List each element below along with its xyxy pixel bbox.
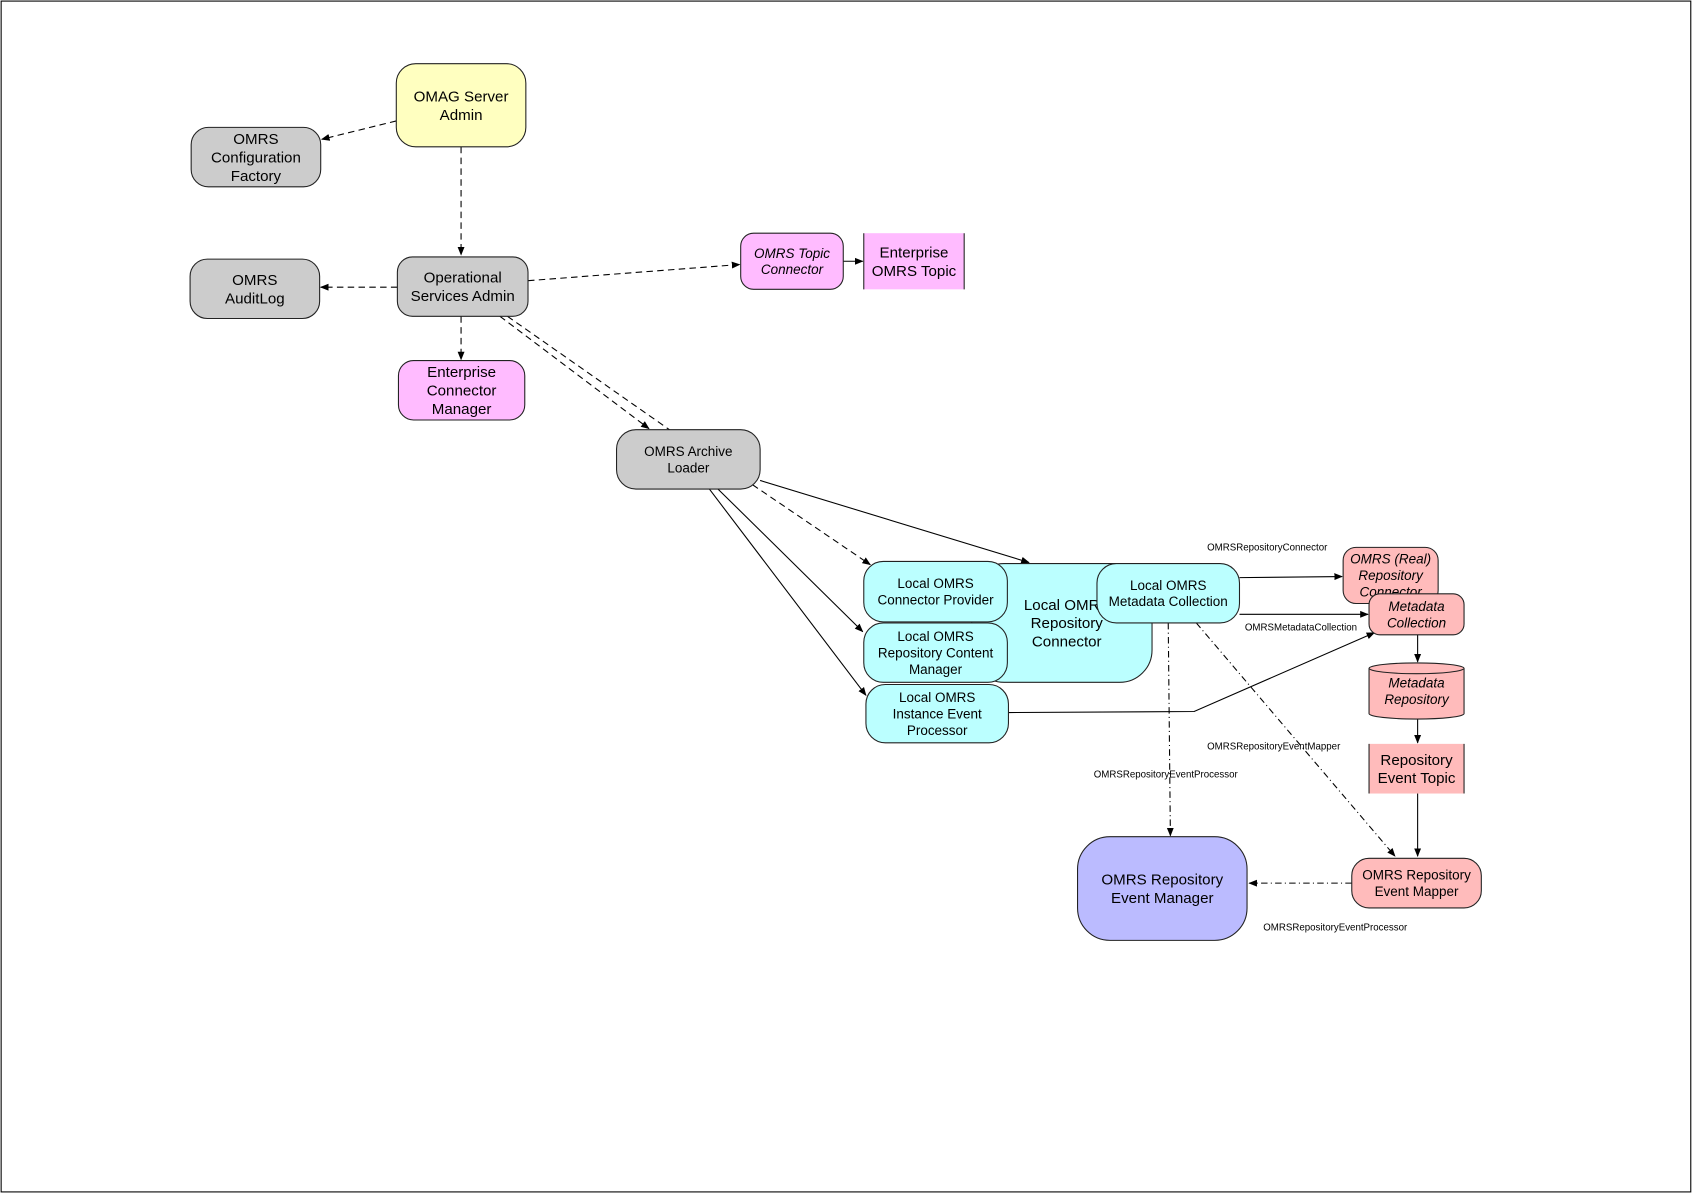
local-omrs-metadata-collection-node[interactable]: Local OMRSMetadata Collection [1096,563,1241,624]
edge-label: OMRSRepositoryEventProcessor [1094,769,1239,780]
local-omrs-connector-provider-node[interactable]: Local OMRS Connector Provider [863,560,1008,623]
node-label: Repository [1358,568,1424,583]
node-label: Event Manager [1111,890,1213,907]
node-label: OMRS Archive [644,444,732,459]
node-label: OMRS Repository [1362,868,1471,883]
node-label: Manager [909,662,963,677]
node-label: Configuration [211,149,301,166]
node-label: Connector [761,262,824,277]
omrs-repository-event-manager-node[interactable]: OMRS RepositoryEvent Manager [1077,836,1248,941]
repository-event-topic-node[interactable]: RepositoryEvent Topic [1368,743,1465,794]
enterprise-omrs-topic-node[interactable]: Enterprise OMRS Topic [863,233,965,290]
node-label: OMRS Topic [872,263,957,280]
node-label: OMRS (Real) [1350,552,1431,567]
omag-server-admin-node[interactable]: OMAG Server Admin [395,63,527,148]
node-label: Local OMRS [897,629,973,644]
local-omrs-repository-content-manager-node[interactable]: Local OMRSRepository Content Manager [863,622,1008,683]
omrs-configuration-factory-node[interactable]: OMRSConfiguration Factory [190,126,322,188]
node-label: OMRS [233,131,278,148]
node-label: Enterprise [427,364,496,381]
omrs-topic-connector-node[interactable]: OMRS TopicConnector [740,232,844,290]
node-label: Repository Content [878,645,994,660]
omrs-repository-event-mapper-node[interactable]: OMRS RepositoryEvent Mapper [1351,857,1482,909]
omrs-archive-loader-node[interactable]: OMRS ArchiveLoader [615,429,761,490]
node-label: Connector [427,383,497,400]
node-label: Enterprise [880,244,949,261]
node-label: OMRS [232,272,277,289]
node-label: OMRS Topic [754,246,830,261]
node-label: Instance Event [893,706,982,721]
node-label: Local OMRS [899,690,975,705]
node-label: Local OMRS [1130,578,1206,593]
node-label: Connector [1032,634,1102,651]
node-label: AuditLog [225,290,285,307]
node-label: Services Admin [411,288,515,305]
enterprise-connector-manager-node[interactable]: Enterprise ConnectorManager [397,360,526,421]
node-label: Metadata [1388,675,1445,690]
edge-label: OMRSMetadataCollection [1245,623,1357,634]
node-label: Admin [440,107,483,124]
node-label: Repository [1380,752,1453,769]
operational-services-admin-node[interactable]: OperationalServices Admin [396,256,529,317]
local-omrs-instance-event-processor-node[interactable]: Local OMRSInstance Event Processor [865,683,1009,744]
omrs-auditlog-node[interactable]: OMRSAuditLog [189,258,321,320]
node-label: Repository [1384,692,1450,707]
node-label: Operational [424,270,502,287]
edge-label: OMRSRepositoryEventMapper [1207,741,1341,752]
node-label: Local OMRS [897,576,973,591]
node-label: Loader [667,460,709,475]
node-label: OMRS Repository [1101,872,1223,889]
metadata-repository-node[interactable]: Metadata Repository [1368,662,1465,720]
node-label: Metadata [1388,599,1445,614]
node-label: Event Topic [1378,770,1456,787]
metadata-collection-node[interactable]: MetadataCollection [1368,593,1465,636]
edge-label: OMRSRepositoryConnector [1207,543,1328,554]
architecture-diagram: OMAG ServerAdminOMRSConfigurationFactory… [0,0,1692,1193]
node-label: Manager [432,401,492,418]
node-label: OMAG Server [414,88,509,105]
node-label: Factory [231,168,282,185]
node-label: Repository [1031,615,1104,632]
node-label: Collection [1387,615,1446,630]
edge-label: OMRSRepositoryEventProcessor [1263,923,1408,934]
node-label: Event Mapper [1375,884,1459,899]
node-label: Processor [907,723,968,738]
node-label: Metadata Collection [1109,594,1228,609]
node-label: Connector Provider [877,593,994,608]
